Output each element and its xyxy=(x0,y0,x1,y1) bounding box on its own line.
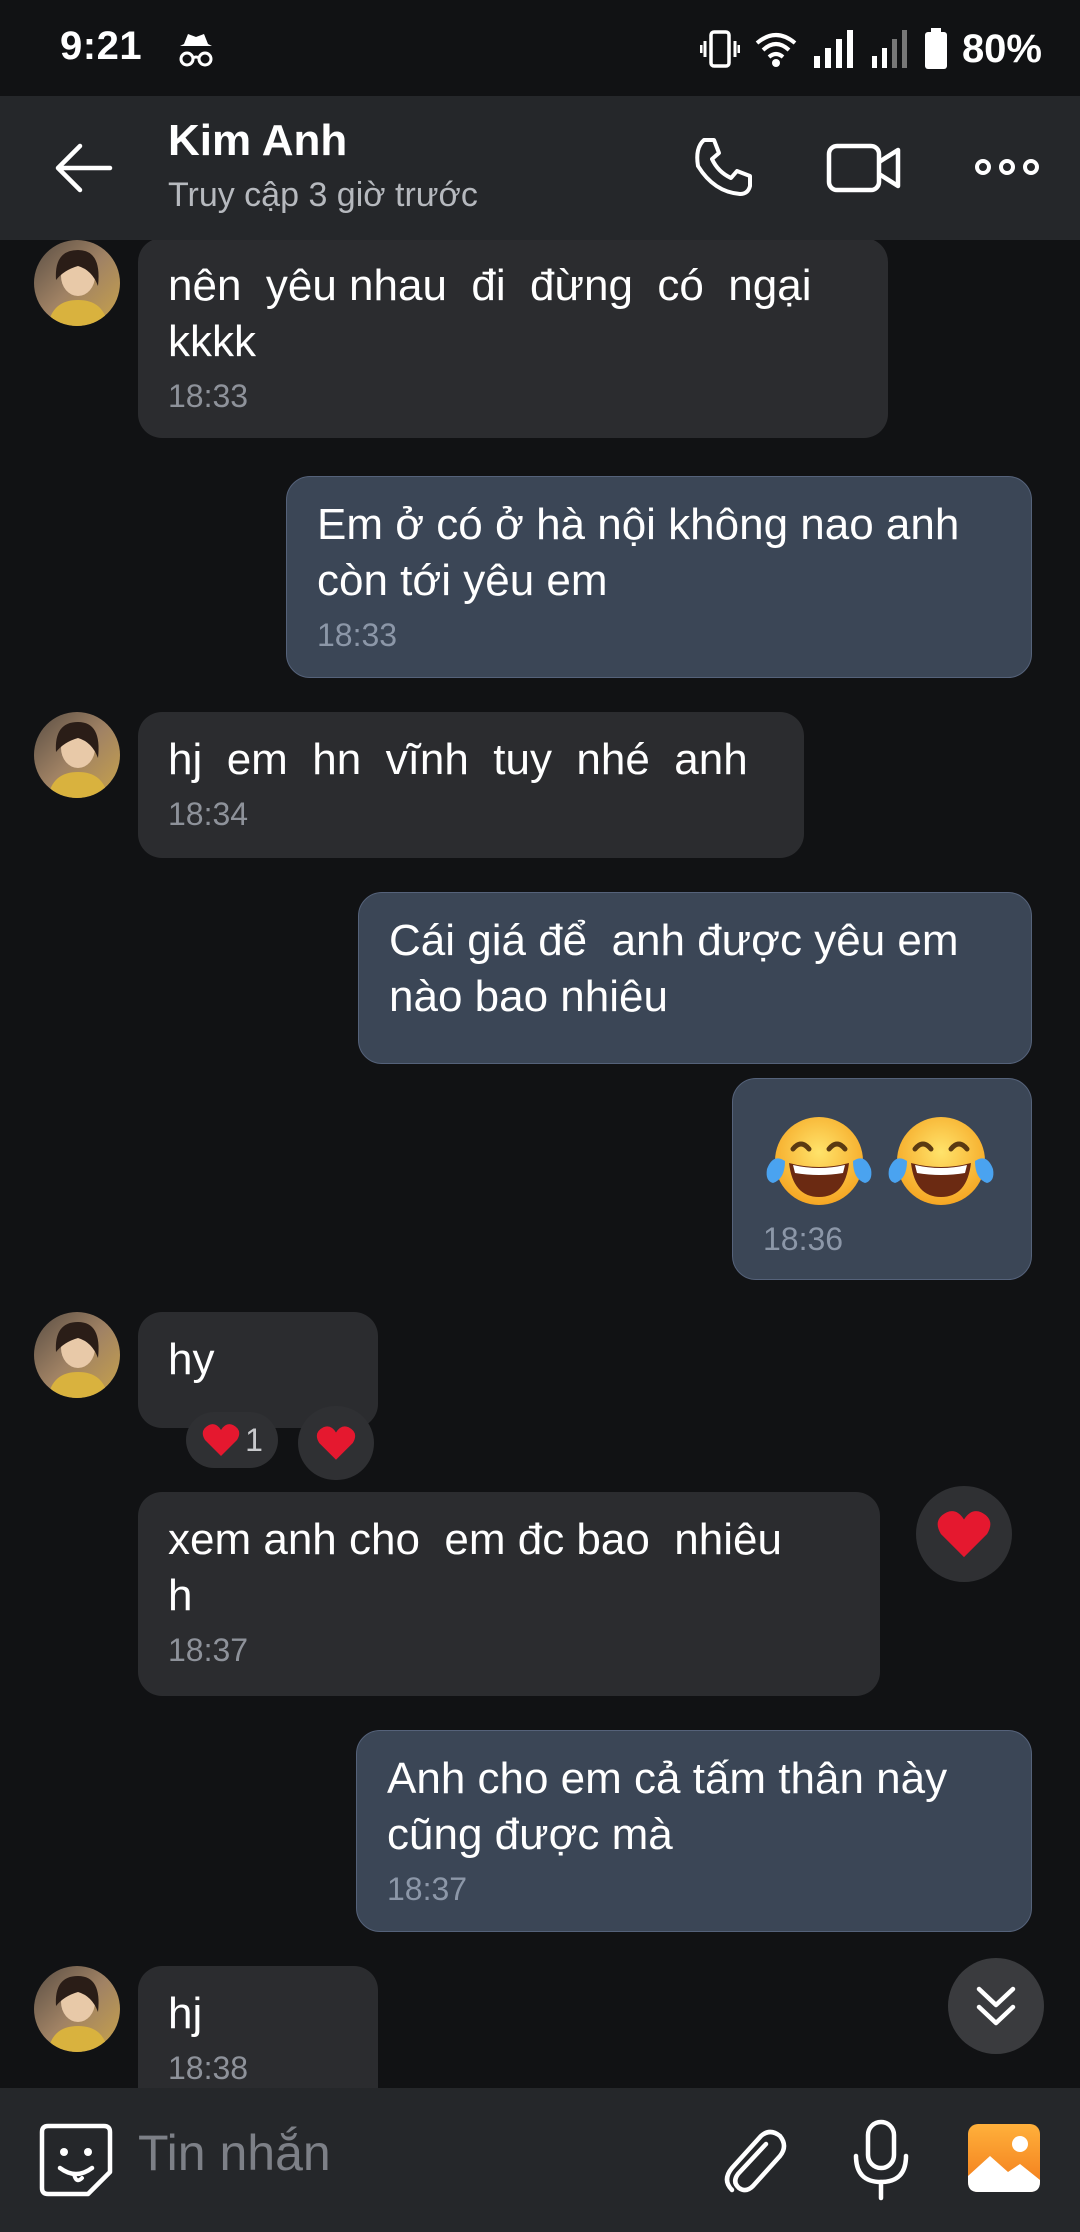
reaction-button[interactable] xyxy=(298,1406,374,1480)
status-time: 9:21 xyxy=(60,24,143,68)
double-chevron-down-icon xyxy=(976,1986,1016,2026)
message-input[interactable]: Tin nhắn xyxy=(138,2124,331,2182)
laughing-emoji-icon xyxy=(766,1117,872,1205)
avatar-image xyxy=(34,240,120,326)
contact-last-seen: Truy cập 3 giờ trước xyxy=(168,176,478,214)
status-icons: 80% xyxy=(699,24,1042,74)
incognito-icon xyxy=(179,34,213,67)
scroll-to-bottom-button[interactable] xyxy=(948,1958,1044,2054)
avatar-image xyxy=(34,712,120,798)
message-text: Cái giá để anh được yêu em nào bao nhiêu xyxy=(389,916,959,1021)
microphone-icon[interactable] xyxy=(846,2118,916,2202)
message-time: 18:37 xyxy=(387,1871,468,1907)
avatar[interactable] xyxy=(34,712,120,798)
message-time: 18:36 xyxy=(763,1221,844,1257)
sticker-icon[interactable] xyxy=(38,2122,114,2198)
heart-icon xyxy=(316,1426,356,1460)
battery-icon xyxy=(924,28,947,69)
reaction-button[interactable] xyxy=(916,1486,1012,1582)
message-text: hj xyxy=(168,1989,203,2038)
avatar-image xyxy=(34,1312,120,1398)
message-bubble-outgoing[interactable]: Em ở có ở hà nội không nao anh còn tới y… xyxy=(286,476,1032,678)
message-text: hy xyxy=(168,1335,215,1384)
message-bubble-incoming[interactable]: hj 18:38 xyxy=(138,1966,378,2088)
message-text: xem anh cho em đc bao nhiêu h xyxy=(168,1515,782,1620)
message-bubble-outgoing[interactable]: Cái giá để anh được yêu em nào bao nhiêu xyxy=(358,892,1032,1064)
heart-icon xyxy=(937,1511,991,1558)
avatar[interactable] xyxy=(34,1312,120,1398)
avatar-image xyxy=(34,1966,120,2052)
reaction-summary[interactable]: 1 xyxy=(186,1412,278,1468)
message-bubble-outgoing[interactable]: Anh cho em cả tấm thân này cũng được mà … xyxy=(356,1730,1032,1932)
video-camera-icon[interactable] xyxy=(826,140,902,196)
message-bubble-incoming[interactable]: hj em hn vĩnh tuy nhé anh 18:34 xyxy=(138,712,804,858)
message-text: Anh cho em cả tấm thân này cũng được mà xyxy=(387,1754,948,1859)
signal-icon xyxy=(871,30,907,68)
message-bubble-outgoing[interactable]: 18:36 xyxy=(732,1078,1032,1280)
paperclip-icon[interactable] xyxy=(716,2122,790,2198)
avatar[interactable] xyxy=(34,240,120,326)
message-time: 18:37 xyxy=(168,1632,249,1668)
photo-icon[interactable] xyxy=(966,2120,1042,2196)
message-text: hj em hn vĩnh tuy nhé anh xyxy=(168,735,748,784)
more-icon[interactable] xyxy=(974,152,1040,182)
message-time: 18:38 xyxy=(168,2050,249,2086)
message-time: 18:34 xyxy=(168,796,249,832)
reaction-count: 1 xyxy=(245,1421,263,1458)
avatar[interactable] xyxy=(34,1966,120,2052)
signal-icon xyxy=(813,30,853,68)
message-composer: Tin nhắn xyxy=(0,2088,1080,2232)
emoji-message xyxy=(763,1109,1003,1213)
phone-icon[interactable] xyxy=(690,134,756,200)
message-bubble-incoming[interactable]: xem anh cho em đc bao nhiêu h 18:37 xyxy=(138,1492,880,1696)
message-list[interactable]: nên yêu nhau đi đừng có ngại kkkk 18:33 … xyxy=(0,240,1080,2088)
chat-header: Kim Anh Truy cập 3 giờ trước xyxy=(0,96,1080,240)
message-time: 18:33 xyxy=(168,378,249,414)
back-arrow-icon[interactable] xyxy=(50,140,116,196)
laughing-emoji-icon xyxy=(888,1117,994,1205)
message-text: Em ở có ở hà nội không nao anh còn tới y… xyxy=(317,500,960,605)
vibrate-icon xyxy=(699,30,740,68)
heart-icon xyxy=(202,1424,240,1456)
message-bubble-incoming[interactable]: nên yêu nhau đi đừng có ngại kkkk 18:33 xyxy=(138,240,888,438)
message-text: nên yêu nhau đi đừng có ngại kkkk xyxy=(168,261,812,366)
contact-name[interactable]: Kim Anh xyxy=(168,116,347,166)
wifi-icon xyxy=(755,33,797,67)
battery-percentage: 80% xyxy=(961,26,1042,71)
message-time: 18:33 xyxy=(317,617,398,653)
status-bar: 9:21 80% xyxy=(0,0,1080,96)
